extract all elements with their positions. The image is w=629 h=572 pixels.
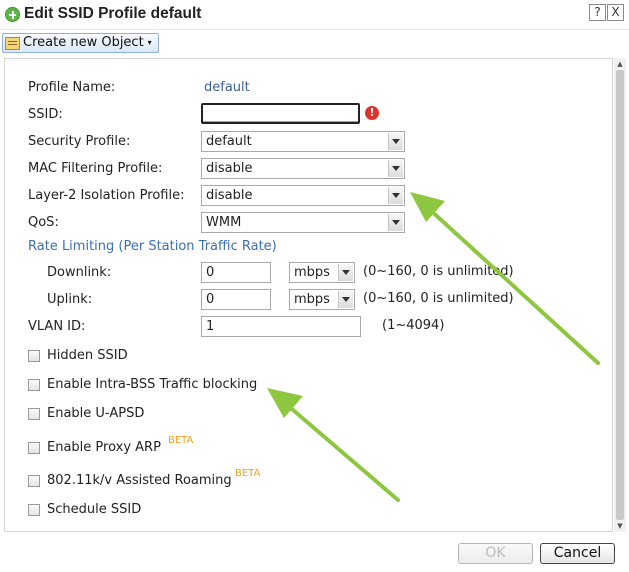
window-title: Edit SSID Profile default xyxy=(24,5,202,22)
intra-bss-blocking-checkbox[interactable] xyxy=(28,379,40,391)
uplink-label: Uplink: xyxy=(47,292,93,307)
chevron-down-icon[interactable] xyxy=(388,187,403,204)
mac-filtering-label: MAC Filtering Profile: xyxy=(28,161,163,176)
create-new-object-label: Create new Object xyxy=(23,35,144,50)
vlan-id-hint: (1~4094) xyxy=(382,318,445,333)
profile-name-label: Profile Name: xyxy=(28,80,116,95)
scroll-down-icon[interactable]: ▼ xyxy=(614,520,626,532)
layer2-isolation-value: disable xyxy=(206,188,253,203)
ok-button[interactable]: OK xyxy=(458,543,533,564)
add-icon xyxy=(5,7,20,22)
help-button[interactable]: ? xyxy=(589,4,606,21)
title-bar: Edit SSID Profile default ? X xyxy=(0,0,629,30)
downlink-unit-select[interactable]: mbps xyxy=(289,262,355,283)
profile-name-value: default xyxy=(204,80,250,95)
assisted-roaming-checkbox[interactable] xyxy=(28,475,40,487)
layer2-isolation-label: Layer-2 Isolation Profile: xyxy=(28,188,185,203)
qos-select[interactable]: WMM xyxy=(201,212,405,233)
assisted-roaming-label: 802.11k/v Assisted Roaming xyxy=(47,473,232,488)
vlan-id-input[interactable] xyxy=(201,316,361,337)
layer2-isolation-select[interactable]: disable xyxy=(201,185,405,206)
vertical-scrollbar[interactable]: ▲ ▼ xyxy=(614,58,626,532)
create-new-object-button[interactable]: Create new Object ▾ xyxy=(2,33,159,53)
close-button[interactable]: X xyxy=(607,4,624,21)
uplink-hint: (0~160, 0 is unlimited) xyxy=(363,291,514,306)
rate-limiting-heading: Rate Limiting (Per Station Traffic Rate) xyxy=(28,239,277,254)
uplink-unit-value: mbps xyxy=(294,292,330,307)
chevron-down-icon: ▾ xyxy=(147,38,152,47)
proxy-arp-checkbox[interactable] xyxy=(28,442,40,454)
uplink-input[interactable] xyxy=(201,289,271,310)
qos-label: QoS: xyxy=(28,215,59,230)
downlink-input[interactable] xyxy=(201,262,271,283)
error-icon: ! xyxy=(365,106,379,120)
scroll-thumb[interactable] xyxy=(616,70,624,520)
chevron-down-icon[interactable] xyxy=(388,133,403,150)
proxy-arp-beta-badge: BETA xyxy=(168,435,194,446)
hidden-ssid-checkbox[interactable] xyxy=(28,350,40,362)
u-apsd-checkbox[interactable] xyxy=(28,408,40,420)
chevron-down-icon[interactable] xyxy=(388,214,403,231)
proxy-arp-label: Enable Proxy ARP xyxy=(47,440,161,455)
schedule-ssid-checkbox[interactable] xyxy=(28,504,40,516)
qos-value: WMM xyxy=(206,215,242,230)
downlink-unit-value: mbps xyxy=(294,265,330,280)
ssid-label: SSID: xyxy=(28,107,63,122)
assisted-roaming-beta-badge: BETA xyxy=(235,468,261,479)
downlink-hint: (0~160, 0 is unlimited) xyxy=(363,264,514,279)
object-icon xyxy=(5,36,20,50)
scroll-up-icon[interactable]: ▲ xyxy=(614,58,626,70)
cancel-button[interactable]: Cancel xyxy=(540,543,615,564)
security-profile-value: default xyxy=(206,134,252,149)
schedule-ssid-label: Schedule SSID xyxy=(47,502,142,517)
u-apsd-label: Enable U-APSD xyxy=(47,406,145,421)
downlink-label: Downlink: xyxy=(47,265,112,280)
chevron-down-icon[interactable] xyxy=(338,291,353,308)
vlan-id-label: VLAN ID: xyxy=(28,319,86,334)
mac-filtering-value: disable xyxy=(206,161,253,176)
ssid-input[interactable] xyxy=(201,103,360,124)
intra-bss-blocking-label: Enable Intra-BSS Traffic blocking xyxy=(47,377,258,392)
security-profile-label: Security Profile: xyxy=(28,134,131,149)
hidden-ssid-label: Hidden SSID xyxy=(47,348,128,363)
mac-filtering-select[interactable]: disable xyxy=(201,158,405,179)
chevron-down-icon[interactable] xyxy=(388,160,403,177)
chevron-down-icon[interactable] xyxy=(338,264,353,281)
security-profile-select[interactable]: default xyxy=(201,131,405,152)
uplink-unit-select[interactable]: mbps xyxy=(289,289,355,310)
